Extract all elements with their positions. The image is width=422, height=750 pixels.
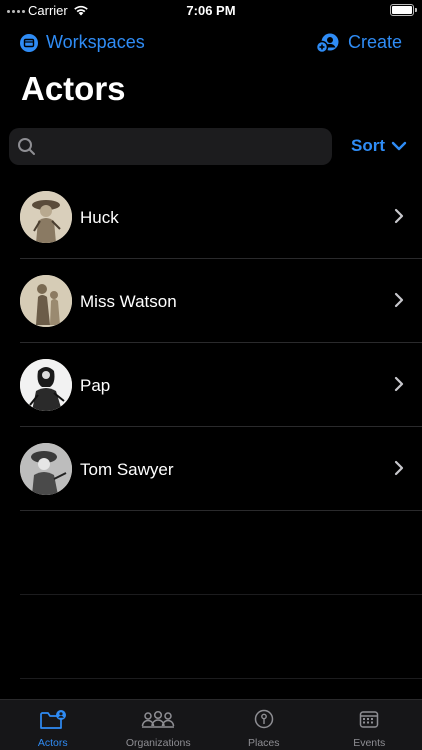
tab-places[interactable]: Places (211, 700, 317, 750)
create-actor-icon (315, 33, 339, 53)
page-title: Actors (21, 70, 126, 107)
workspaces-label: Workspaces (46, 32, 145, 52)
workspaces-icon (20, 33, 38, 52)
search-input[interactable] (43, 128, 323, 165)
status-time: 7:06 PM (186, 3, 236, 18)
actor-name: Tom Sawyer (80, 460, 174, 479)
workspaces-back-button[interactable]: Workspaces (20, 32, 145, 53)
avatar-huck (20, 191, 72, 243)
chevron-right-icon (394, 292, 404, 308)
create-button[interactable]: Create (315, 32, 402, 53)
tab-label: Organizations (125, 737, 191, 749)
organizations-people-icon (142, 710, 175, 728)
tab-bar: Actors Organizations Places Events (0, 699, 422, 750)
chevron-right-icon (394, 376, 404, 392)
actors-folder-icon (39, 710, 66, 729)
actor-row-tom-sawyer[interactable]: Tom Sawyer (0, 427, 422, 511)
tab-actors[interactable]: Actors (0, 700, 106, 750)
search-field[interactable] (9, 128, 332, 165)
actor-row-huck[interactable]: Huck (0, 175, 422, 259)
actor-name: Miss Watson (80, 292, 177, 311)
tab-events[interactable]: Events (317, 700, 422, 750)
row-divider (20, 510, 422, 511)
avatar-pap (20, 359, 72, 411)
tab-label: Events (353, 737, 386, 749)
places-pin-icon (254, 709, 273, 729)
navigation-bar: Workspaces Create (0, 30, 422, 58)
create-label: Create (347, 32, 402, 52)
actors-list: Huck Miss Watson Pap Tom Sawyer (0, 175, 422, 511)
events-calendar-icon (360, 711, 379, 728)
actor-row-miss-watson[interactable]: Miss Watson (0, 259, 422, 343)
tab-label: Actors (37, 737, 68, 749)
actor-row-pap[interactable]: Pap (0, 343, 422, 427)
chevron-down-icon (391, 141, 407, 151)
search-row: Sort (9, 128, 413, 165)
sort-button[interactable]: Sort (351, 136, 407, 156)
avatar-tom-sawyer (20, 443, 72, 495)
actor-name: Pap (80, 376, 111, 395)
tab-organizations[interactable]: Organizations (106, 700, 212, 750)
empty-row-divider (20, 678, 422, 679)
search-icon (18, 138, 35, 155)
status-bar: Carrier 7:06 PM (0, 0, 422, 22)
battery-icon (390, 4, 417, 16)
empty-row-divider (20, 594, 422, 595)
actor-name: Huck (80, 208, 119, 227)
tab-label: Places (247, 737, 280, 749)
chevron-right-icon (394, 208, 404, 224)
sort-label: Sort (351, 136, 385, 155)
avatar-miss-watson (20, 275, 72, 327)
chevron-right-icon (394, 460, 404, 476)
